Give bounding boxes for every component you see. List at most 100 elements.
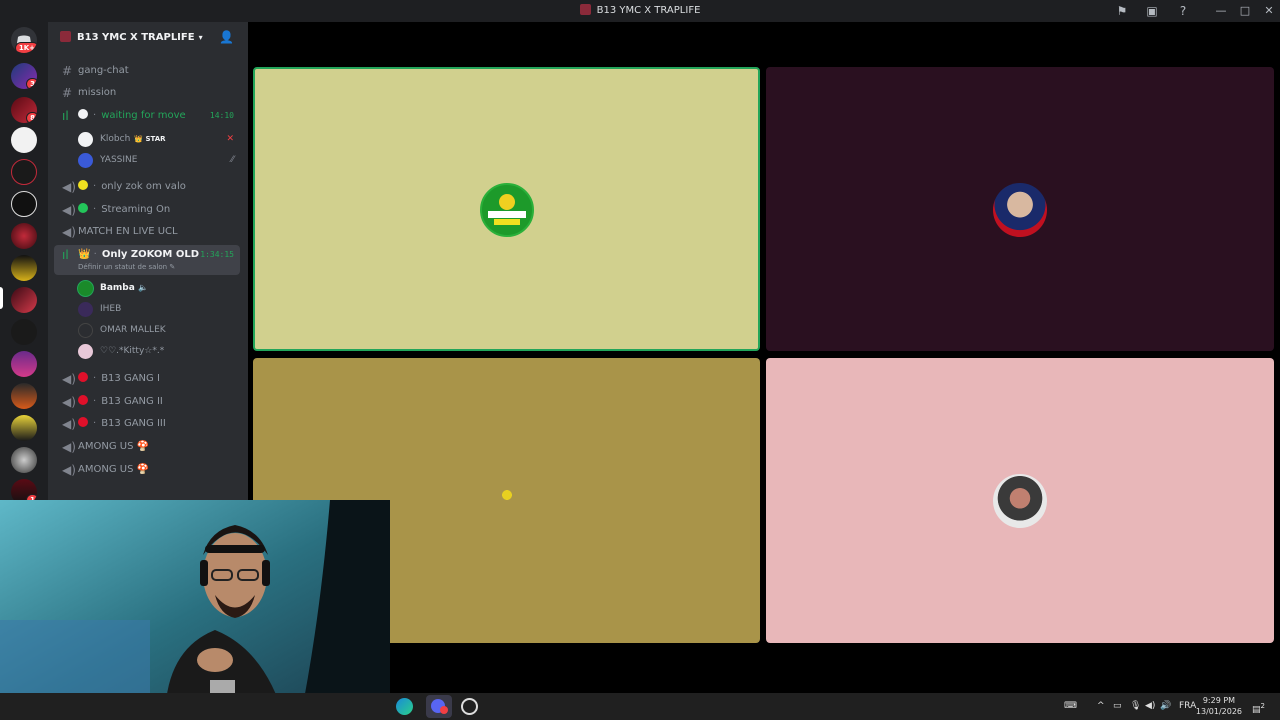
voice-member[interactable]: ♡♡.*Kitty☆*.* [78,341,238,361]
avatar [78,302,93,317]
channel-label: gang-chat [78,65,129,76]
server-icon-10[interactable] [11,351,37,377]
edge-icon[interactable] [396,698,413,715]
voice-channel-streaming[interactable]: ◀) · Streaming On [54,200,240,220]
server-icon-6[interactable] [11,223,37,249]
server-icon-13[interactable] [11,447,37,473]
member-name: Bamba [100,283,135,293]
channel-label: B13 GANG II [101,396,163,407]
participant-tile-4[interactable] [766,358,1274,643]
tray-network-icon[interactable]: ▭ [1113,693,1122,720]
avatar [78,132,93,147]
close-button[interactable]: ✕ [1261,3,1277,19]
server-icon-5[interactable] [11,191,37,217]
tray-speaker-icon[interactable]: ◀) [1145,693,1155,720]
deafened-icon: ✕ [226,134,234,144]
status-dot [78,180,88,190]
discord-logo-icon [431,699,448,714]
voice-member[interactable]: Bamba 🔈 [78,278,238,298]
clock-date: 13/01/2026 [1195,707,1242,716]
channel-label: AMONG US [78,464,134,475]
voice-member[interactable]: YASSINE ⁄⁄ [78,150,238,170]
voice-channel-among-us-1[interactable]: ◀) AMONG US 🍄 [54,437,240,457]
server-icon-8-selected[interactable] [11,287,37,313]
windows-taskbar: ⌨ ^ ▭ 🎙 ◀) 🔊 FRA 9:29 PM 13/01/2026 ▤2 [0,693,1280,720]
member-name: OMAR MALLEK [100,325,166,335]
speaker-icon: ◀) [62,180,76,194]
server-icon-9[interactable] [11,319,37,345]
set-status-link[interactable]: Définir un statut de salon ✎ [78,261,175,273]
speaker-icon: ◀) [62,417,76,431]
voice-timer: 1:34:15 [200,250,234,259]
inbox-icon[interactable]: ⚑ [1114,3,1130,19]
avatar [78,344,93,359]
voice-channel-among-us-2[interactable]: ◀) AMONG US 🍄 [54,460,240,480]
voice-channel-gang-1[interactable]: ◀) · B13 GANG I [54,369,240,389]
channel-label: B13 GANG III [101,418,166,429]
unread-badge: 8 [26,112,37,123]
member-name: IHEB [100,304,122,314]
channel-gang-chat[interactable]: # gang-chat [54,61,240,81]
help-icon[interactable]: ? [1175,3,1191,19]
channel-label: mission [78,87,117,98]
tray-mic-icon[interactable]: 🎙 [1130,693,1141,720]
streamer-webcam-image [0,500,390,720]
voice-channel-gang-2[interactable]: ◀) · B13 GANG II [54,392,240,412]
speaker-icon: ◀) [62,440,76,454]
hashtag-icon: # [62,64,73,78]
speaker-icon: ◀) [62,225,76,239]
voice-active-icon: ıl [62,248,69,262]
avatar [78,153,93,168]
bamba-kick-logo-icon [488,194,526,225]
server-icon-7[interactable] [11,255,37,281]
notification-icon[interactable]: ▤2 [1252,693,1265,720]
server-icon-11[interactable] [11,383,37,409]
tray-chevron-up-icon[interactable]: ^ [1097,693,1105,720]
clock-time: 9:29 PM [1202,696,1236,705]
screen-share-icon[interactable]: ▣ [1144,3,1160,19]
voice-channel-match[interactable]: ◀) MATCH EN LIVE UCL [54,222,240,242]
voice-channel-zok-valo[interactable]: ◀) · only zok om valo [54,177,240,197]
tray-keyboard-icon[interactable]: ⌨ [1064,693,1077,720]
unread-badge: 1K+ [14,42,37,53]
muted-icon: ⁄⁄ [230,155,234,165]
status-dot [78,109,88,119]
guild-header[interactable]: B13 YMC X TRAPLIFE ▾ 👤 [48,22,248,54]
maximize-button[interactable]: □ [1237,3,1253,19]
status-dot [78,203,88,213]
member-name: YASSINE [100,155,138,165]
channel-mission[interactable]: # mission [54,83,240,103]
tray-volume-icon[interactable]: 🔊 [1160,693,1171,720]
server-icon [579,4,591,15]
member-name: Klobch [100,134,131,144]
window-title: B13 YMC X TRAPLIFE [596,5,701,16]
app-icon[interactable] [461,698,478,715]
hashtag-icon: # [62,86,73,100]
speaker-icon: ◀) [62,395,76,409]
voice-member[interactable]: OMAR MALLEK [78,320,238,340]
participant-tile-2[interactable] [766,67,1274,351]
voice-channel-gang-3[interactable]: ◀) · B13 GANG III [54,414,240,434]
server-icon-4[interactable] [11,159,37,185]
language-indicator[interactable]: FRA [1179,693,1196,720]
server-icon-3[interactable] [11,127,37,153]
minimize-button[interactable]: — [1213,3,1229,19]
voice-member[interactable]: Klobch 👑 STAR ✕ [78,129,238,149]
unread-badge: 3 [26,78,37,89]
server-icon-1[interactable]: 3 [11,63,37,89]
add-member-icon[interactable]: 👤 [219,30,234,44]
voice-member[interactable]: IHEB [78,299,238,319]
system-clock[interactable]: 9:29 PM 13/01/2026 [1196,695,1242,717]
member-tag: 👑 STAR [134,135,166,143]
direct-messages-button[interactable]: 1K+ [11,27,37,53]
channel-label: Streaming On [101,204,171,215]
server-icon-12[interactable] [11,415,37,441]
server-icon-2[interactable]: 8 [11,97,37,123]
crown-icon: 👑 [78,249,91,260]
participant-tile-bamba[interactable] [253,67,760,351]
member-name: ♡♡.*Kitty☆*.* [100,346,165,356]
discord-taskbar-icon[interactable] [426,695,452,718]
voice-channel-waiting[interactable]: ıl · waiting for move 14:10 [54,106,240,126]
voice-channel-zokom-old[interactable]: ıl 👑 · Only ZOKOM OLD 1:34:15 Définir un s… [54,245,240,275]
webcam-overlay [0,500,390,720]
